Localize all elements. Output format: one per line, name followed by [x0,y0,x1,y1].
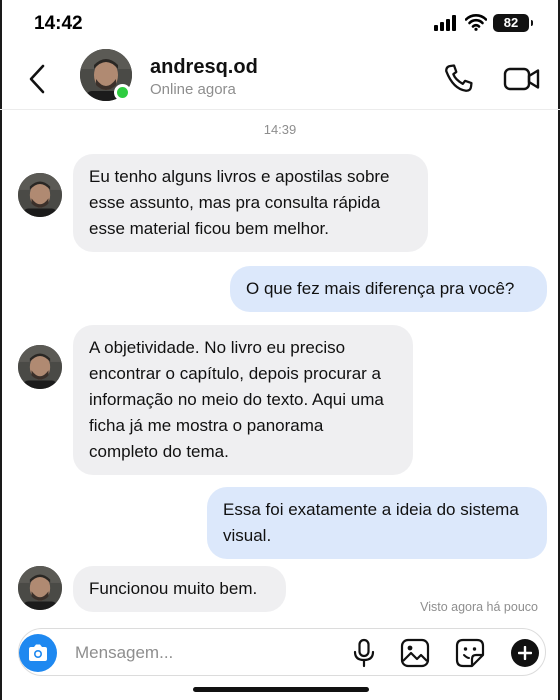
message-bubble-incoming[interactable]: Funcionou muito bem. [73,566,286,612]
wifi-icon [465,14,487,31]
call-button[interactable] [441,62,475,96]
online-status-dot [114,84,131,101]
avatar-photo [18,345,62,389]
image-icon [400,638,430,668]
more-options-button[interactable] [511,639,539,667]
message-composer [18,628,546,676]
avatar-photo [18,566,62,610]
battery-indicator: 82 [493,14,533,32]
video-camera-icon [503,67,540,91]
phone-icon [445,64,473,92]
sticker-button[interactable] [455,638,485,668]
chat-timestamp: 14:39 [263,122,297,137]
chat-header: andresq.od Online agora [0,46,560,110]
message-input[interactable] [75,639,335,667]
video-call-button[interactable] [502,62,542,96]
plus-icon [518,646,532,660]
seen-status: Visto agora há pouco [420,600,538,614]
message-bubble-incoming[interactable]: Eu tenho alguns livros e apostilas sobre… [73,154,428,252]
status-bar: 14:42 82 [0,0,560,46]
contact-status: Online agora [150,81,236,98]
camera-button[interactable] [19,634,57,672]
cellular-signal-icon [434,15,458,31]
avatar-photo [18,173,62,217]
sender-avatar[interactable] [18,173,62,217]
home-indicator[interactable] [193,687,369,692]
voice-message-button[interactable] [352,638,376,668]
contact-name[interactable]: andresq.od [150,56,258,79]
sender-avatar[interactable] [18,566,62,610]
camera-icon [29,644,47,661]
message-bubble-outgoing[interactable]: Essa foi exatamente a ideia do sistema v… [207,487,547,559]
microphone-icon [353,638,375,668]
message-bubble-outgoing[interactable]: O que fez mais diferença pra você? [230,266,547,312]
message-bubble-incoming[interactable]: A objetividade. No livro eu preciso enco… [73,325,413,475]
sticker-icon [455,638,485,668]
status-time: 14:42 [34,13,83,34]
sender-avatar[interactable] [18,345,62,389]
gallery-button[interactable] [400,638,430,668]
back-button[interactable] [22,62,52,96]
chevron-left-icon [29,64,45,94]
